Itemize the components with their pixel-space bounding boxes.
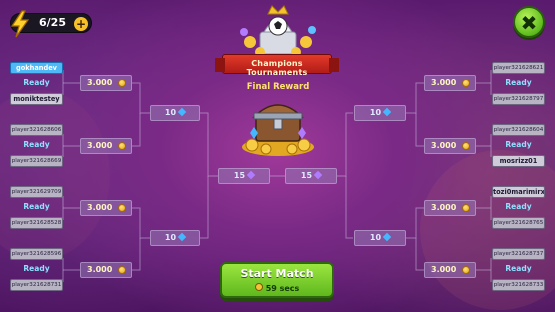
player-name[interactable]: player321628765 <box>492 217 545 229</box>
coin-prize-box: 3.000 <box>424 262 476 278</box>
player-name[interactable]: player321628733 <box>492 279 545 291</box>
plus-icon[interactable]: + <box>74 17 88 31</box>
final-reward-label: Final Reward <box>246 82 310 92</box>
coin-icon <box>118 266 126 274</box>
player-name[interactable]: player321628797 <box>492 93 545 105</box>
prize-amount: 3.000 <box>87 203 113 212</box>
player-name[interactable]: player321628528 <box>10 217 63 229</box>
countdown-timer: 59 secs <box>222 283 332 293</box>
coin-icon <box>118 79 126 87</box>
coin-prize-box: 3.000 <box>80 262 132 278</box>
energy-count: 6/25 <box>39 16 66 29</box>
coin-icon <box>118 142 126 150</box>
ready-status: Ready <box>505 140 532 149</box>
blue-gem-icon <box>177 107 187 117</box>
ready-status: Ready <box>23 78 50 87</box>
player-name[interactable]: moniktestey <box>10 93 63 105</box>
prize-amount: 3.000 <box>87 78 113 87</box>
coin-prize-box: 3.000 <box>424 75 476 91</box>
coin-prize-box: 3.000 <box>80 75 132 91</box>
prize-amount: 3.000 <box>431 78 457 87</box>
player-name[interactable]: player321629709 <box>10 186 63 198</box>
tournament-banner: Champions Tournaments <box>215 54 339 77</box>
player-name[interactable]: player321628604 <box>492 124 545 136</box>
ready-status: Ready <box>505 264 532 273</box>
semi-reward-left-top: 10 <box>150 105 200 121</box>
player-name[interactable]: player321628621 <box>492 62 545 74</box>
start-match-button[interactable]: Start Match 59 secs <box>220 262 334 298</box>
blue-gem-icon <box>177 232 187 242</box>
player-name[interactable]: mosrizz01 <box>492 155 545 167</box>
coin-prize-box: 3.000 <box>424 138 476 154</box>
prize-amount: 3.000 <box>431 265 457 274</box>
ready-status: Ready <box>505 78 532 87</box>
coin-icon <box>462 79 470 87</box>
gem-amount: 15 <box>233 171 246 180</box>
coin-prize-box: 3.000 <box>80 138 132 154</box>
coin-icon <box>118 204 126 212</box>
final-reward-right: 15 <box>285 168 337 184</box>
coin-icon <box>462 204 470 212</box>
gem-amount: 10 <box>369 233 382 242</box>
ready-status: Ready <box>23 264 50 273</box>
energy-counter[interactable]: 6/25 + <box>10 10 92 38</box>
ready-status: Ready <box>23 202 50 211</box>
semi-reward-right-bottom: 10 <box>354 230 406 246</box>
banner-title: Champions Tournaments <box>246 59 308 77</box>
blue-gem-icon <box>382 232 392 242</box>
ready-status: Ready <box>505 202 532 211</box>
purple-gem-icon <box>313 170 323 180</box>
trophy-icon <box>240 5 316 57</box>
player-name[interactable]: player321628606 <box>10 124 63 136</box>
prize-amount: 3.000 <box>87 265 113 274</box>
treasure-chest-icon <box>242 104 314 156</box>
close-icon: ✖ <box>520 11 538 35</box>
final-reward-left: 15 <box>218 168 270 184</box>
prize-amount: 3.000 <box>431 203 457 212</box>
coin-icon <box>462 142 470 150</box>
gem-amount: 15 <box>300 171 313 180</box>
player-name[interactable]: tozi0marimirx <box>492 186 545 198</box>
blue-gem-icon <box>382 107 392 117</box>
player-name[interactable]: player321628596 <box>10 248 63 260</box>
purple-gem-icon <box>246 170 256 180</box>
player-name[interactable]: gokhandev <box>10 62 63 74</box>
prize-amount: 3.000 <box>431 141 457 150</box>
player-name[interactable]: player321628737 <box>492 248 545 260</box>
close-button[interactable]: ✖ <box>513 6 545 38</box>
gem-amount: 10 <box>369 108 382 117</box>
lightning-bolt-icon <box>10 10 30 38</box>
gem-amount: 10 <box>164 108 177 117</box>
semi-reward-left-bottom: 10 <box>150 230 200 246</box>
gem-amount: 10 <box>164 233 177 242</box>
player-name[interactable]: player321628669 <box>10 155 63 167</box>
tournament-screen: 6/25 + ✖ Champions Tournaments Final Rew… <box>0 0 555 312</box>
semi-reward-right-top: 10 <box>354 105 406 121</box>
coin-prize-box: 3.000 <box>424 200 476 216</box>
coin-icon <box>462 266 470 274</box>
prize-amount: 3.000 <box>87 141 113 150</box>
player-name[interactable]: player321628731 <box>10 279 63 291</box>
start-match-label: Start Match <box>240 267 314 280</box>
coin-prize-box: 3.000 <box>80 200 132 216</box>
ready-status: Ready <box>23 140 50 149</box>
